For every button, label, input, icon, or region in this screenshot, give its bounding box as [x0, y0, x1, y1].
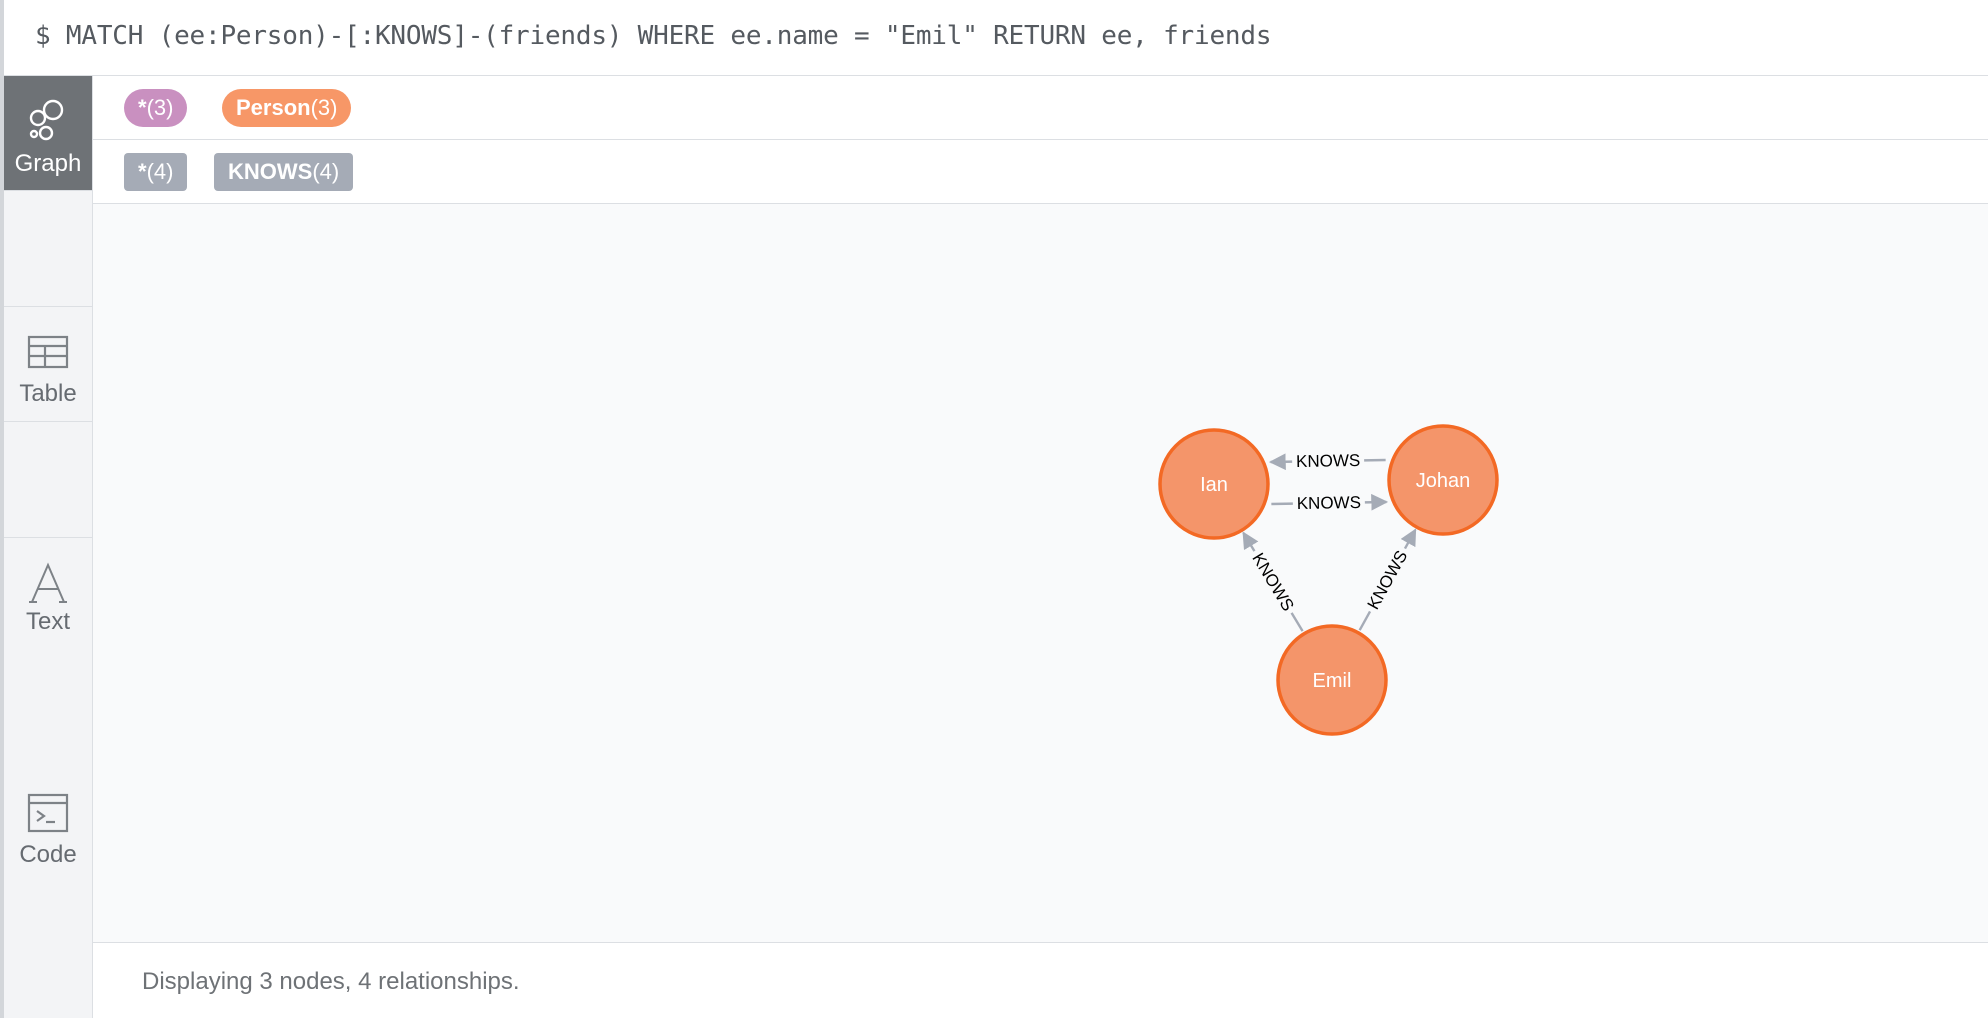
legend-rel-knows-count: (4): [312, 159, 340, 184]
node-emil[interactable]: Emil: [1276, 624, 1388, 736]
legend-node-all[interactable]: *(3): [124, 89, 188, 127]
relationship-emil-johan[interactable]: KNOWS: [1358, 528, 1417, 631]
legend-rel-all[interactable]: *(4): [124, 153, 188, 191]
legend-rel-knows[interactable]: KNOWS(4): [214, 153, 354, 191]
legend-node-person-count: (3): [310, 95, 338, 120]
node-labels-legend: *(3) Person(3): [93, 76, 1988, 140]
legend-node-person-label: Person: [236, 95, 311, 120]
legend-rel-all-label: *: [138, 159, 147, 184]
view-tab-table[interactable]: Table: [4, 190, 92, 407]
legend-node-person[interactable]: Person(3): [222, 89, 352, 127]
legend-node-all-count: (3): [146, 95, 174, 120]
graph-icon: [29, 99, 64, 141]
legend-rel-knows-label: KNOWS: [228, 159, 313, 184]
code-icon: [27, 793, 69, 833]
view-tab-code-label: Code: [19, 841, 77, 868]
relationship-type-label: KNOWS: [1364, 547, 1412, 612]
relationship-johan-ian[interactable]: KNOWS: [1268, 451, 1386, 471]
text-icon: [29, 562, 67, 603]
node-johan[interactable]: Johan: [1387, 424, 1499, 536]
view-tab-text[interactable]: Text: [4, 306, 92, 635]
relationship-type-label: KNOWS: [1296, 451, 1361, 471]
graph-visualization[interactable]: KNOWS KNOWS KNOWS KNOWS Ian Johan Emil: [93, 204, 1988, 942]
view-sidebar: Graph Table Text Code: [4, 76, 93, 1018]
view-tab-code[interactable]: Code: [4, 421, 92, 868]
graph-canvas[interactable]: KNOWS KNOWS KNOWS KNOWS Ian Johan Emil: [93, 204, 1988, 943]
view-tab-graph[interactable]: Graph: [4, 76, 92, 191]
relationship-emil-ian[interactable]: KNOWS: [1242, 531, 1304, 632]
legend-rel-all-count: (4): [146, 159, 174, 184]
view-tab-text-label: Text: [25, 608, 70, 635]
relationship-types-legend: *(4) KNOWS(4): [93, 140, 1988, 204]
relationship-ian-johan[interactable]: KNOWS: [1271, 493, 1389, 513]
node-caption: Johan: [1416, 470, 1471, 492]
node-ian[interactable]: Ian: [1158, 428, 1270, 540]
nodes-layer: Ian Johan Emil: [1158, 424, 1499, 736]
relationship-type-label: KNOWS: [1248, 550, 1297, 615]
legend-node-all-label: *: [138, 95, 147, 120]
query-bar[interactable]: $ MATCH (ee:Person)-[:KNOWS]-(friends) W…: [4, 0, 1988, 76]
view-tab-graph-label: Graph: [14, 150, 82, 177]
node-caption: Emil: [1313, 670, 1352, 692]
query-text[interactable]: $ MATCH (ee:Person)-[:KNOWS]-(friends) W…: [35, 21, 1271, 51]
relationship-type-label: KNOWS: [1297, 493, 1362, 513]
result-summary: Displaying 3 nodes, 4 relationships.: [142, 968, 520, 995]
node-caption: Ian: [1200, 474, 1228, 496]
